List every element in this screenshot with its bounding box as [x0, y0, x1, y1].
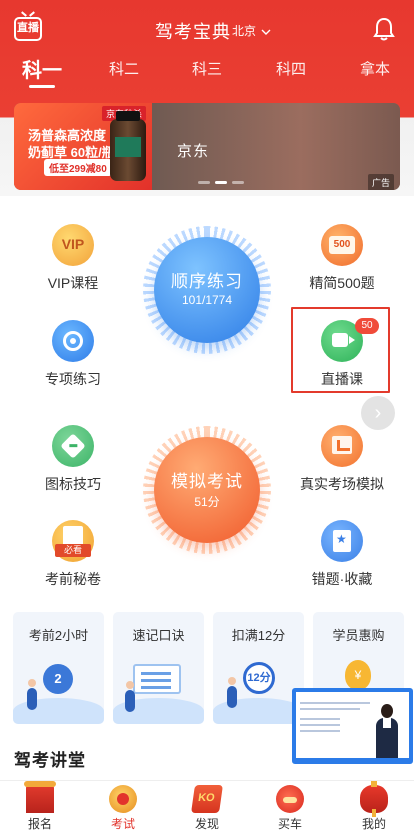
- app-screen: 直播 驾考宝典 北京 科一 科二 科三 科四 拿本 京东秒杀 汤普森高浓度 奶蓟…: [0, 0, 414, 837]
- nav-label: 发现: [194, 817, 219, 831]
- tab-ke4[interactable]: 科四: [276, 58, 306, 79]
- nav-registration[interactable]: 报名: [10, 781, 70, 832]
- app-title: 驾考宝典: [155, 22, 231, 42]
- exam-room-icon: [321, 425, 363, 467]
- carousel-dot-active: [215, 181, 227, 184]
- special-practice-button[interactable]: 专项练习: [23, 320, 123, 389]
- target-icon: [52, 320, 94, 362]
- card-mnemonics[interactable]: 速记口诀: [113, 612, 204, 724]
- buy-car-icon: [276, 785, 304, 813]
- city-selector[interactable]: 北京: [232, 22, 271, 39]
- bookmark-icon: [321, 520, 363, 562]
- vip-course-label: VIP课程: [47, 275, 99, 291]
- ad-label: 广告: [367, 174, 394, 190]
- 12-points-icon: 12分: [243, 662, 275, 694]
- tab-get-license[interactable]: 拿本: [360, 58, 390, 79]
- nav-label: 考试: [110, 817, 135, 831]
- city-label: 北京: [232, 24, 257, 38]
- card-title: 学员惠购: [332, 628, 385, 643]
- header: 直播 驾考宝典 北京 科一 科二 科三 科四 拿本 京东秒杀 汤普森高浓度 奶蓟…: [0, 0, 414, 196]
- discover-icon: [191, 785, 223, 813]
- live-tv-button[interactable]: 直播: [14, 17, 42, 41]
- wrong-favorites-button[interactable]: 错题·收藏: [292, 520, 392, 589]
- whiteboard-icon: [133, 664, 181, 694]
- money-bag-icon: ¥: [345, 660, 371, 690]
- active-tab-indicator: [29, 85, 55, 88]
- board-illustration: [113, 656, 204, 724]
- floating-live-video[interactable]: [292, 688, 413, 764]
- carousel-dot: [232, 181, 244, 184]
- vip-course-button[interactable]: VIP VIP课程: [23, 224, 123, 293]
- sequential-practice-title: 顺序练习: [171, 272, 243, 291]
- card-title: 速记口诀: [132, 628, 185, 643]
- registration-icon: [24, 781, 56, 813]
- carousel-dots: [198, 181, 248, 185]
- nav-label: 买车: [277, 817, 302, 831]
- vip-icon: VIP: [52, 224, 94, 266]
- secret-paper-button[interactable]: 必看 考前秘卷: [23, 520, 123, 589]
- sign-tips-label: 图标技巧: [45, 476, 101, 492]
- nav-exam[interactable]: 考试: [93, 785, 153, 832]
- chevron-down-icon: [261, 29, 271, 35]
- real-exam-sim-button[interactable]: 真实考场模拟: [292, 425, 392, 494]
- tab-ke1[interactable]: 科一: [22, 54, 62, 83]
- bottom-nav: 报名 考试 发现 买车 我的: [0, 780, 414, 837]
- jingjian-500-button[interactable]: 500 精简500题: [292, 224, 392, 293]
- card-2-hours[interactable]: 考前2小时 2: [13, 612, 104, 724]
- ad-title: 京东: [177, 143, 210, 160]
- top-bar: 直播 驾考宝典 北京: [0, 12, 414, 48]
- card-title: 扣满12分: [231, 628, 286, 643]
- sign-tips-button[interactable]: 图标技巧: [23, 425, 123, 494]
- carousel-dot: [198, 181, 210, 184]
- points-illustration: 12分: [213, 656, 304, 724]
- promo-price-tag: 低至299减80: [44, 159, 112, 176]
- sequential-practice-button[interactable]: 顺序练习 101/1774: [154, 237, 260, 343]
- nav-label: 报名: [27, 817, 52, 831]
- presenter-image: [374, 704, 400, 758]
- nav-discover[interactable]: 发现: [177, 785, 237, 832]
- must-see-tag: 必看: [55, 544, 91, 557]
- nav-buy-car[interactable]: 买车: [260, 785, 320, 832]
- secret-paper-label: 考前秘卷: [45, 571, 101, 587]
- notification-bell-icon[interactable]: [372, 16, 396, 42]
- wrong-favorites-label: 错题·收藏: [311, 571, 373, 587]
- jingjian-500-label: 精简500题: [309, 275, 375, 291]
- special-practice-label: 专项练习: [45, 371, 101, 387]
- clock-icon: 2: [43, 664, 73, 694]
- nav-label: 我的: [361, 817, 386, 831]
- promo-panel: 京东秒杀 汤普森高浓度 奶蓟草 60粒/瓶 低至299减80: [14, 103, 152, 190]
- road-sign-icon: [52, 425, 94, 467]
- subject-tabs: 科一 科二 科三 科四 拿本: [0, 58, 414, 94]
- ad-banner[interactable]: 京东秒杀 汤普森高浓度 奶蓟草 60粒/瓶 低至299减80 京东 广告: [14, 103, 400, 190]
- chevron-right-icon[interactable]: ›: [361, 396, 395, 430]
- wrong-count-badge: 50: [355, 318, 379, 334]
- 500-questions-icon: 500: [321, 224, 363, 266]
- tab-ke2[interactable]: 科二: [109, 58, 139, 79]
- clock-illustration: 2: [13, 656, 104, 724]
- product-bottle-image: [110, 111, 146, 181]
- tab-ke3[interactable]: 科三: [192, 58, 222, 79]
- nav-profile[interactable]: 我的: [344, 781, 404, 832]
- mock-exam-button[interactable]: 模拟考试 51分: [154, 437, 260, 543]
- secret-paper-icon: 必看: [52, 520, 94, 562]
- sequential-practice-progress: 101/1774: [181, 293, 233, 307]
- video-preview: [296, 692, 409, 758]
- real-exam-sim-label: 真实考场模拟: [300, 476, 384, 492]
- mock-exam-score: 51分: [194, 495, 220, 509]
- section-title: 驾考讲堂: [14, 751, 86, 770]
- card-title: 考前2小时: [28, 628, 89, 643]
- exam-icon: [109, 785, 137, 813]
- mock-exam-title: 模拟考试: [171, 472, 243, 491]
- profile-icon: [360, 781, 388, 817]
- card-12-points[interactable]: 扣满12分 12分: [213, 612, 304, 724]
